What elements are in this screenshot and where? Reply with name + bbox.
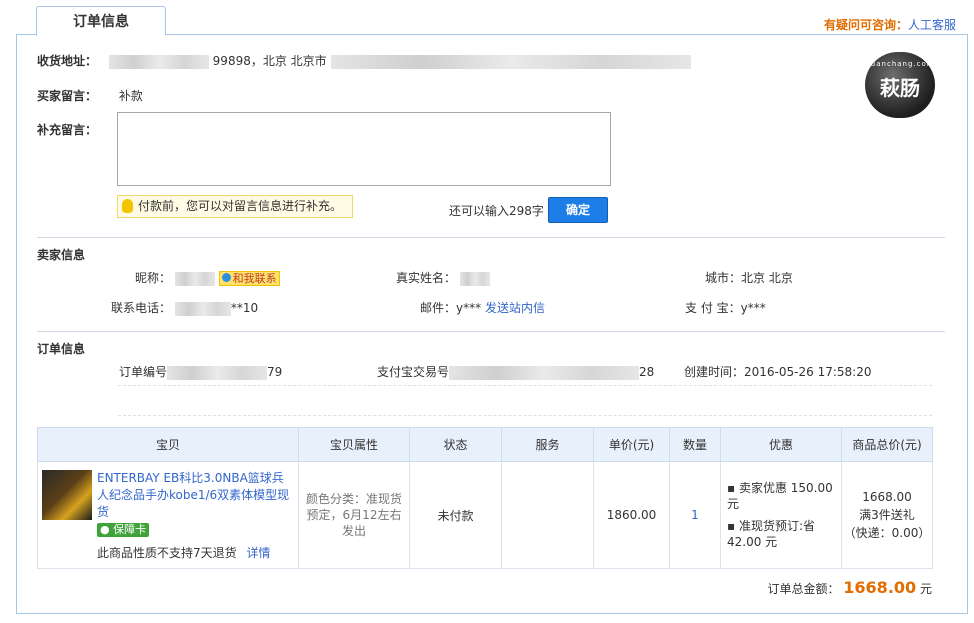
supplement-tip-text: 付款前，您可以对留言信息进行补充。 (138, 199, 343, 213)
tab-order-info[interactable]: 订单信息 (36, 6, 166, 36)
address-value: 99898，北京 北京市 (212, 54, 327, 68)
guarantee-card-badge[interactable]: ● 保障卡 (97, 522, 150, 537)
guarantee-card-label: 保障卡 (113, 522, 147, 536)
table-row: ENTERBAY EB科比3.0NBA篮球兵人纪念品手办kobe1/6双素体模型… (37, 461, 933, 569)
no-return-notice: 此商品性质不支持7天退货 (97, 545, 237, 560)
contact-seller-label: 和我联系 (232, 272, 277, 285)
help-contact: 有疑问可咨询：人工客服 (824, 16, 956, 33)
buyer-message-label: 买家留言： (37, 89, 98, 103)
discount-seller: 卖家优惠 150.00 元 (727, 481, 833, 511)
divider (37, 237, 945, 238)
table-header-row: 宝贝 宝贝属性 状态 服务 单价(元) 数量 优惠 商品总价(元) (37, 427, 933, 462)
alipay-trade-number: 支付宝交易号 28 (377, 363, 654, 380)
total-cell: 1668.00 满3件送礼 （快递：0.00） (841, 461, 933, 569)
dashed-divider (118, 385, 932, 387)
order-total-label: 订单总金额： (767, 582, 840, 596)
col-unit-price: 单价(元) (593, 427, 670, 462)
divider (37, 331, 945, 332)
phone-redacted (174, 301, 231, 316)
lightbulb-icon (122, 199, 133, 213)
seller-phone: 联系电话： **10 (111, 299, 258, 316)
phone-value: **10 (230, 301, 259, 315)
order-items-table: 宝贝 宝贝属性 状态 服务 单价(元) 数量 优惠 商品总价(元) ENTERB… (37, 427, 933, 569)
col-item: 宝贝 (37, 427, 299, 462)
discount-item: ▪ 卖家优惠 150.00 元 (727, 481, 833, 511)
item-total: 1668.00 (862, 490, 912, 504)
realname-label: 真实姓名： (396, 271, 457, 285)
supplement-label: 补充留言： (37, 123, 98, 137)
alipay-trade-redacted (449, 365, 640, 380)
realname-redacted (459, 271, 490, 286)
unit-price-cell: 1860.00 (593, 461, 670, 569)
alipay-trade-label: 支付宝交易号 (377, 365, 450, 379)
logo-main-text: 萩肠 (880, 76, 920, 100)
nickname-redacted (174, 271, 215, 286)
item-shipping: （快递：0.00） (843, 526, 931, 540)
city-label: 城市： (705, 271, 742, 285)
help-prefix: 有疑问可咨询： (823, 18, 908, 32)
customer-service-link[interactable]: 人工客服 (908, 18, 956, 32)
item-promo: 满3件送礼 (859, 508, 915, 522)
supplement-tip: 付款前，您可以对留言信息进行补充。 (117, 195, 354, 218)
order-total: 订单总金额： 1668.00 元 (767, 578, 932, 597)
confirm-button[interactable]: 确定 (548, 197, 608, 223)
order-number-suffix: 79 (267, 365, 283, 379)
phone-label: 联系电话： (111, 301, 172, 315)
col-discount: 优惠 (720, 427, 842, 462)
order-number-label: 订单编号 (119, 365, 168, 379)
service-cell (501, 461, 594, 569)
seller-heading: 卖家信息 (37, 248, 86, 262)
address-redacted (108, 54, 209, 69)
logo-arc-text: huanchang.com (865, 60, 935, 68)
contact-seller-button[interactable]: 和我联系 (218, 271, 280, 286)
seller-city: 城市：北京 北京 (705, 269, 793, 286)
alipay-trade-suffix: 28 (639, 365, 655, 379)
email-label: 邮件： (420, 301, 457, 315)
chat-bubble-icon (221, 273, 231, 282)
created-value: 2016-05-26 17:58:20 (744, 365, 872, 379)
order-created-time: 创建时间：2016-05-26 17:58:20 (684, 363, 871, 380)
created-label: 创建时间： (684, 365, 745, 379)
order-total-unit: 元 (919, 582, 932, 596)
seller-alipay: 支 付 宝：y*** (685, 299, 766, 316)
buyer-message-value: 补款 (118, 89, 143, 103)
discount-preorder: 准现货预订:省 42.00 元 (727, 519, 815, 549)
discount-cell: ▪ 卖家优惠 150.00 元 ▪ 准现货预订:省 42.00 元 (720, 461, 842, 569)
address-redacted-2 (330, 54, 691, 69)
shield-icon: ● (100, 522, 110, 536)
dashed-divider (118, 415, 932, 417)
city-value: 北京 北京 (741, 271, 793, 285)
supplement-textarea[interactable] (117, 112, 611, 186)
alipay-label: 支 付 宝： (685, 301, 741, 315)
seller-email: 邮件：y*** 发送站内信 (420, 299, 545, 316)
order-total-amount: 1668.00 (843, 578, 917, 597)
quantity-cell: 1 (669, 461, 721, 569)
col-attributes: 宝贝属性 (298, 427, 410, 462)
col-total: 商品总价(元) (841, 427, 933, 462)
detail-link[interactable]: 详情 (246, 546, 270, 560)
send-message-link[interactable]: 发送站内信 (485, 301, 545, 315)
email-value: y*** (456, 301, 482, 315)
col-service: 服务 (501, 427, 594, 462)
col-quantity: 数量 (669, 427, 721, 462)
address-row: 收货地址： 99898，北京 北京市 (37, 52, 691, 69)
seller-realname: 真实姓名： (396, 269, 490, 286)
attributes-cell: 颜色分类：准现货预定，6月12左右发出 (298, 461, 410, 569)
buyer-message-row: 买家留言： 补款 (37, 87, 143, 104)
nickname-label: 昵称： (135, 271, 172, 285)
alipay-value: y*** (740, 301, 766, 315)
discount-item: ▪ 准现货预订:省 42.00 元 (727, 519, 815, 549)
order-number: 订单编号 79 (119, 363, 282, 380)
char-counter: 还可以输入298字 (449, 204, 544, 218)
order-heading: 订单信息 (37, 342, 86, 356)
order-number-redacted (167, 365, 268, 380)
product-thumbnail[interactable] (42, 469, 92, 520)
product-title-link[interactable]: ENTERBAY EB科比3.0NBA篮球兵人纪念品手办kobe1/6双素体模型… (97, 471, 289, 519)
status-cell: 未付款 (409, 461, 502, 569)
col-status: 状态 (409, 427, 502, 462)
seller-nickname: 昵称： 和我联系 (135, 269, 280, 286)
item-cell: ENTERBAY EB科比3.0NBA篮球兵人纪念品手办kobe1/6双素体模型… (37, 461, 299, 569)
watermark-logo: huanchang.com 萩肠 (865, 52, 935, 118)
address-label: 收货地址： (37, 54, 98, 68)
